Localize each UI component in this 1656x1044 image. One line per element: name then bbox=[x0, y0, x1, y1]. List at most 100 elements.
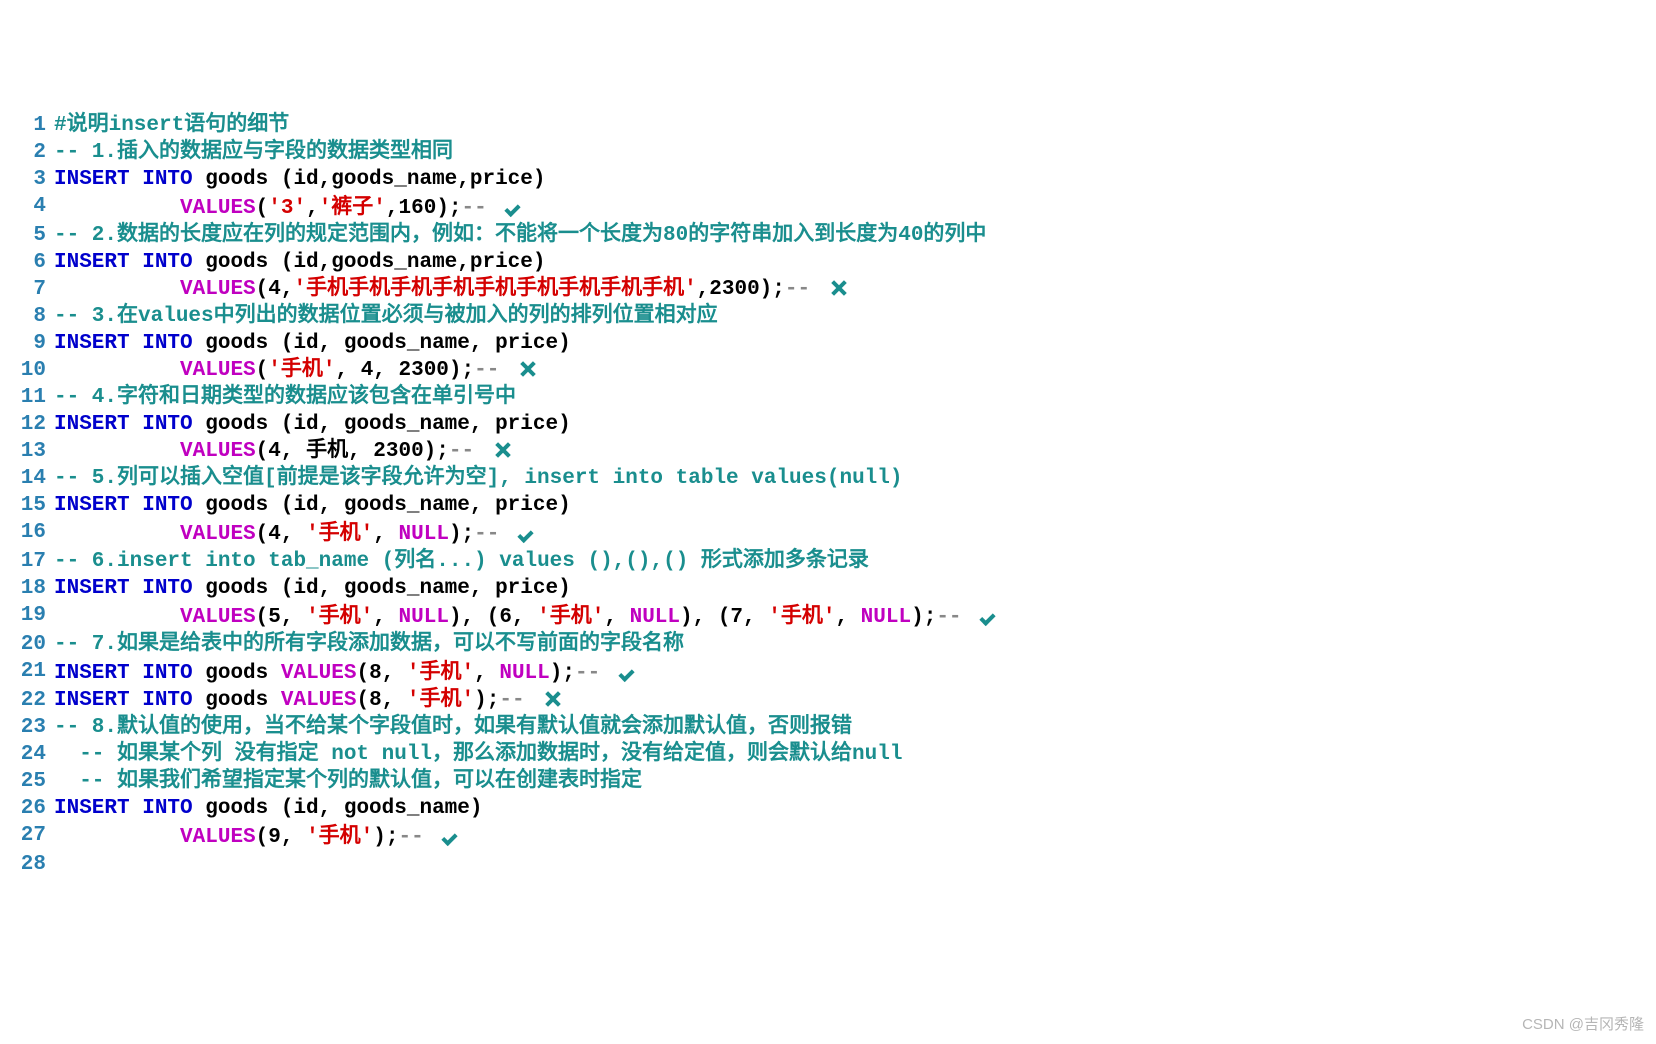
code-token: (4, bbox=[256, 278, 294, 301]
code-token: -- 如果某个列 没有指定 not null，那么添加数据时，没有给定值，则会默… bbox=[54, 743, 902, 766]
code-line: 27 VALUES(9, '手机');-- bbox=[0, 822, 1656, 851]
code-token: -- bbox=[575, 662, 613, 685]
code-content: VALUES(5, '手机', NULL), (6, '手机', NULL), … bbox=[54, 602, 1000, 631]
code-content: INSERT INTO goods (id, goods_name, price… bbox=[54, 575, 571, 602]
code-token: -- 5.列可以插入空值[前提是该字段允许为空], insert into ta… bbox=[54, 467, 902, 490]
code-token: VALUES bbox=[281, 689, 357, 712]
code-token: ); bbox=[449, 523, 474, 546]
code-editor: 1#说明insert语句的细节2-- 1.插入的数据应与字段的数据类型相同3IN… bbox=[0, 112, 1656, 878]
code-content: INSERT INTO goods (id,goods_name,price) bbox=[54, 249, 546, 276]
code-line: 17-- 6.insert into tab_name (列名...) valu… bbox=[0, 548, 1656, 575]
code-token: NULL bbox=[399, 523, 449, 546]
code-line: 7 VALUES(4,'手机手机手机手机手机手机手机手机手机',2300);-- bbox=[0, 276, 1656, 303]
code-content: -- 7.如果是给表中的所有字段添加数据，可以不写前面的字段名称 bbox=[54, 631, 684, 658]
code-token: -- 如果我们希望指定某个列的默认值，可以在创建表时指定 bbox=[54, 770, 642, 793]
line-number: 14 bbox=[0, 465, 54, 492]
code-token: goods bbox=[205, 689, 281, 712]
code-token: INSERT INTO bbox=[54, 797, 205, 820]
line-number: 16 bbox=[0, 519, 54, 548]
code-token: '手机' bbox=[537, 606, 604, 629]
watermark: CSDN @吉冈秀隆 bbox=[1522, 1011, 1644, 1038]
code-content: INSERT INTO goods VALUES(8, '手机');-- bbox=[54, 687, 561, 714]
code-line: 28 bbox=[0, 851, 1656, 878]
code-token: ), (7, bbox=[680, 606, 768, 629]
code-line: 11-- 4.字符和日期类型的数据应该包含在单引号中 bbox=[0, 384, 1656, 411]
line-number: 15 bbox=[0, 492, 54, 519]
code-token bbox=[54, 606, 180, 629]
cross-icon bbox=[829, 279, 847, 297]
code-token: goods (id, goods_name, price) bbox=[205, 413, 570, 436]
code-token bbox=[54, 826, 180, 849]
code-token bbox=[54, 440, 180, 463]
code-token: , bbox=[373, 523, 398, 546]
code-token: (4, bbox=[256, 523, 306, 546]
code-token: INSERT INTO bbox=[54, 577, 205, 600]
code-token: -- bbox=[462, 197, 500, 220]
code-token: VALUES bbox=[180, 440, 256, 463]
code-line: 3INSERT INTO goods (id,goods_name,price) bbox=[0, 166, 1656, 193]
code-token: '3' bbox=[268, 197, 306, 220]
code-token: VALUES bbox=[180, 523, 256, 546]
code-token: goods (id, goods_name, price) bbox=[205, 332, 570, 355]
cross-icon bbox=[518, 360, 536, 378]
line-number: 2 bbox=[0, 139, 54, 166]
code-content: INSERT INTO goods (id, goods_name, price… bbox=[54, 411, 571, 438]
code-token: '手机' bbox=[768, 606, 835, 629]
code-token: '手机' bbox=[306, 523, 373, 546]
code-content: VALUES('3','裤子',160);-- bbox=[54, 193, 525, 222]
code-token: -- 7.如果是给表中的所有字段添加数据，可以不写前面的字段名称 bbox=[54, 633, 684, 656]
line-number: 1 bbox=[0, 112, 54, 139]
line-number: 12 bbox=[0, 411, 54, 438]
code-token: -- 2.数据的长度应在列的规定范围内，例如：不能将一个长度为80的字符串加入到… bbox=[54, 224, 986, 247]
check-icon bbox=[505, 195, 525, 215]
code-token bbox=[54, 278, 180, 301]
code-token: '手机' bbox=[407, 662, 474, 685]
line-number: 7 bbox=[0, 276, 54, 303]
code-token: goods bbox=[205, 662, 281, 685]
code-content: #说明insert语句的细节 bbox=[54, 112, 289, 139]
code-token bbox=[54, 197, 180, 220]
code-token: NULL bbox=[399, 606, 449, 629]
line-number: 13 bbox=[0, 438, 54, 465]
code-token: goods (id,goods_name,price) bbox=[205, 251, 545, 274]
code-token: VALUES bbox=[180, 278, 256, 301]
line-number: 4 bbox=[0, 193, 54, 222]
code-token: goods (id, goods_name) bbox=[205, 797, 482, 820]
code-token: -- bbox=[785, 278, 823, 301]
code-line: 4 VALUES('3','裤子',160);-- bbox=[0, 193, 1656, 222]
check-icon bbox=[619, 660, 639, 680]
code-line: 14-- 5.列可以插入空值[前提是该字段允许为空], insert into … bbox=[0, 465, 1656, 492]
code-token: ,160); bbox=[386, 197, 462, 220]
line-number: 20 bbox=[0, 631, 54, 658]
code-token: INSERT INTO bbox=[54, 413, 205, 436]
code-token: VALUES bbox=[180, 606, 256, 629]
code-token: -- bbox=[474, 359, 512, 382]
code-token: ); bbox=[911, 606, 936, 629]
code-token: INSERT INTO bbox=[54, 332, 205, 355]
code-token: (9, bbox=[256, 826, 306, 849]
code-content: -- 4.字符和日期类型的数据应该包含在单引号中 bbox=[54, 384, 516, 411]
code-content: -- 5.列可以插入空值[前提是该字段允许为空], insert into ta… bbox=[54, 465, 902, 492]
code-token: -- bbox=[449, 440, 487, 463]
code-content: VALUES(4, 手机, 2300);-- bbox=[54, 438, 511, 465]
code-token: , bbox=[373, 606, 398, 629]
code-content: -- 如果某个列 没有指定 not null，那么添加数据时，没有给定值，则会默… bbox=[54, 741, 902, 768]
code-line: 12INSERT INTO goods (id, goods_name, pri… bbox=[0, 411, 1656, 438]
line-number: 17 bbox=[0, 548, 54, 575]
code-token: '手机手机手机手机手机手机手机手机手机' bbox=[293, 278, 696, 301]
code-token: -- 6.insert into tab_name (列名...) values… bbox=[54, 550, 869, 573]
code-token: VALUES bbox=[180, 197, 256, 220]
check-icon bbox=[980, 604, 1000, 624]
code-token: '裤子' bbox=[319, 197, 386, 220]
code-line: 8-- 3.在values中列出的数据位置必须与被加入的列的排列位置相对应 bbox=[0, 303, 1656, 330]
code-token: INSERT INTO bbox=[54, 168, 205, 191]
code-token: '手机' bbox=[306, 606, 373, 629]
code-line: 21INSERT INTO goods VALUES(8, '手机', NULL… bbox=[0, 658, 1656, 687]
code-token: goods (id, goods_name, price) bbox=[205, 494, 570, 517]
code-token: NULL bbox=[499, 662, 549, 685]
check-icon bbox=[518, 521, 538, 541]
code-token: '手机' bbox=[306, 826, 373, 849]
code-token: ), (6, bbox=[449, 606, 537, 629]
cross-icon bbox=[543, 690, 561, 708]
cross-icon bbox=[493, 441, 511, 459]
